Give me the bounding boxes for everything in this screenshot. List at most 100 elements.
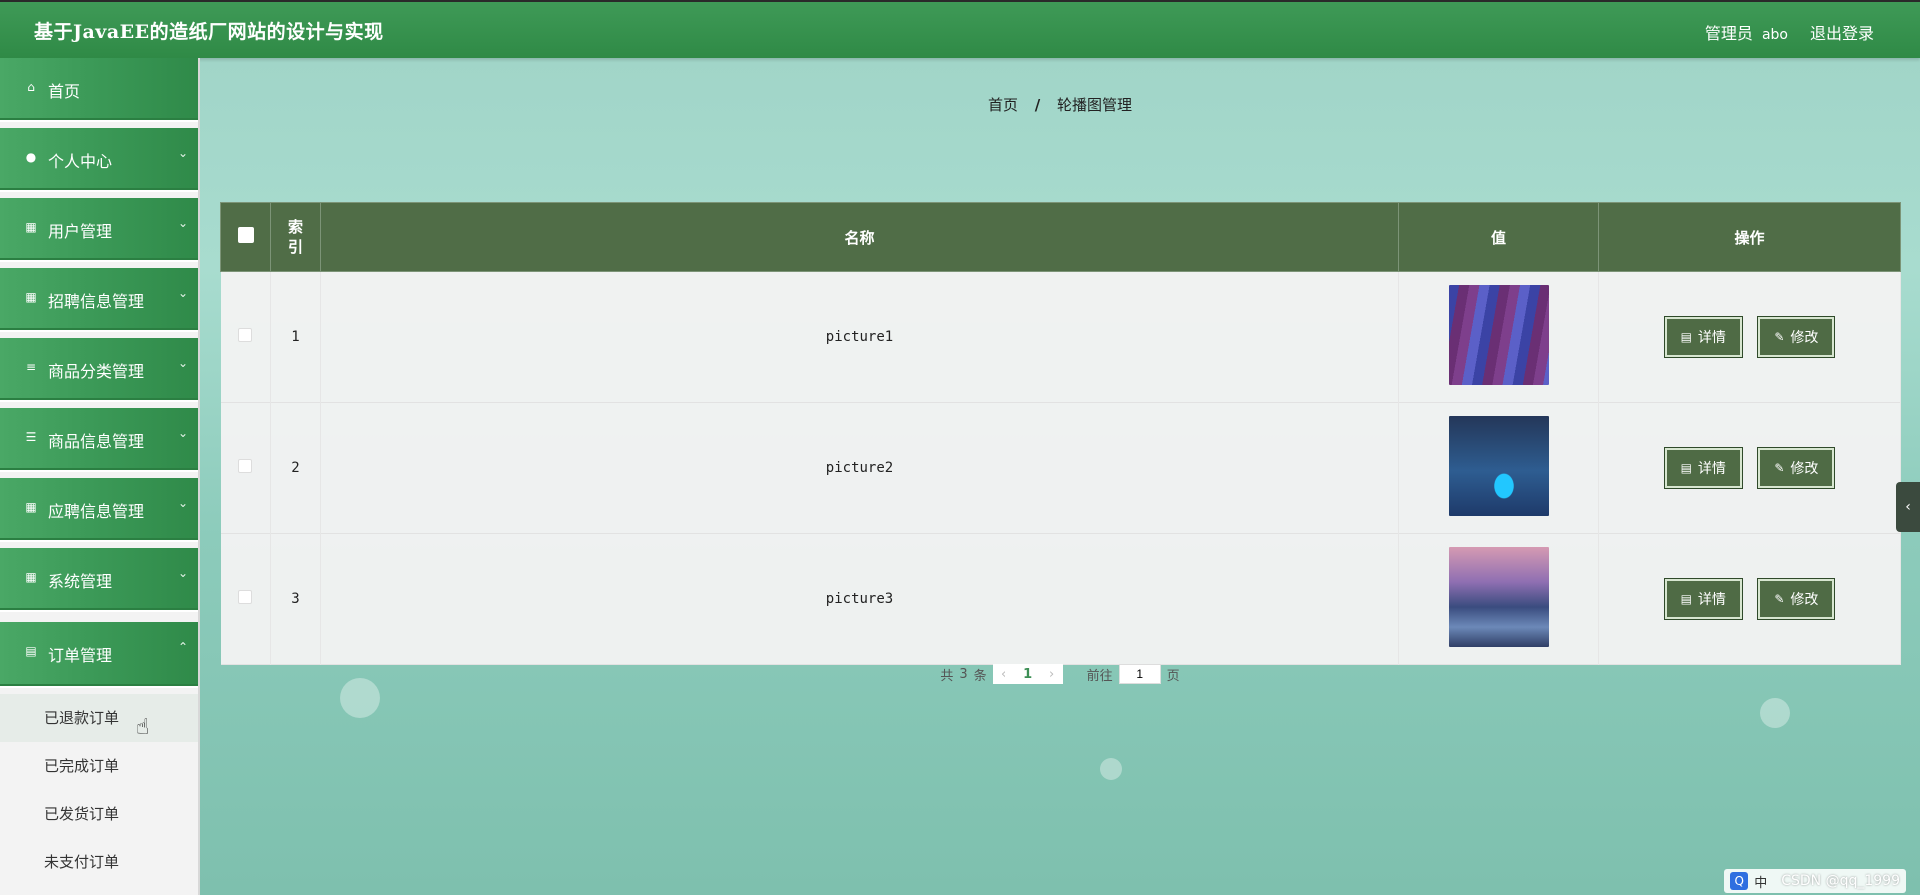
next-page-icon[interactable]: › [1041,667,1063,682]
column-header-index: 索引 [270,202,321,272]
document-icon: ▤ [1680,461,1692,475]
table-header-row: 索引 名称 值 操作 [220,202,1901,272]
row-checkbox[interactable] [238,590,253,604]
row-select-cell [220,402,271,534]
table-row: 3 picture3 ▤ 详情 ✎ 修改 [220,533,1901,665]
chevron-down-icon: ⌄ [177,356,188,370]
logout-button[interactable]: 退出登录 [1810,20,1874,44]
sidebar-item-label: 应聘信息管理 [48,502,145,521]
total-count: 3 [959,666,968,682]
detail-button-label: 详情 [1697,330,1726,346]
sidebar-item-product-info[interactable]: ☰ 商品信息管理 ⌄ [0,408,198,472]
sidebar-item-label: 首页 [48,82,81,101]
row-index: 1 [270,271,321,403]
sidebar-item-home[interactable]: ⌂ 首页 [0,58,198,122]
edit-button[interactable]: ✎ 修改 [1757,316,1836,358]
grid-icon: ▦ [25,570,37,584]
decorative-bubble [1100,758,1122,780]
chevron-down-icon: ⌄ [177,146,188,160]
sidebar-item-system[interactable]: ▦ 系统管理 ⌄ [0,548,198,612]
table-row: 1 picture1 ▤ 详情 ✎ 修改 [220,271,1901,403]
detail-button[interactable]: ▤ 详情 [1663,316,1743,358]
decorative-bubble [340,678,380,718]
breadcrumb-current: 轮播图管理 [1057,96,1133,114]
pager-box: ‹ 1 › [992,664,1063,684]
chevron-left-icon: ‹ [1905,499,1911,515]
submenu-shipped-orders[interactable]: 已发货订单 [0,790,198,838]
watermark: CSDN @qq_1999 [1781,873,1900,889]
carousel-thumbnail [1448,547,1549,647]
sidebar-item-recruitment[interactable]: ▦ 招聘信息管理 ⌄ [0,268,198,332]
edit-button-label: 修改 [1790,592,1819,608]
sidebar-item-label: 招聘信息管理 [48,292,145,311]
row-actions: ▤ 详情 ✎ 修改 [1598,402,1901,534]
sidebar-item-label: 商品信息管理 [48,432,145,451]
pencil-icon: ✎ [1774,330,1785,344]
edit-button[interactable]: ✎ 修改 [1757,447,1836,489]
row-name: picture1 [320,271,1399,403]
chevron-down-icon: ⌄ [177,496,188,510]
user-role: 管理员 [1704,24,1753,43]
hand-cursor-icon: ☝ [136,715,150,740]
pagination: 共 3 条 ‹ 1 › 前往 页 [200,664,1920,684]
chevron-down-icon: ⌄ [177,216,188,230]
submenu-unpaid-orders[interactable]: 未支付订单 [0,838,198,886]
select-all-cell [220,202,271,272]
clipboard-icon: ▤ [25,644,37,658]
carousel-table: 索引 名称 值 操作 1 picture1 ▤ 详情 ✎ 修改 2 pictur… [220,202,1901,665]
grid-icon: ▦ [25,290,37,304]
row-name: picture2 [320,402,1399,534]
row-image-cell [1398,402,1599,534]
page-number[interactable]: 1 [1015,667,1041,682]
detail-button[interactable]: ▤ 详情 [1663,447,1743,489]
document-icon: ▤ [1680,592,1692,606]
total-prefix: 共 [940,668,954,684]
total-suffix: 条 [973,668,987,684]
breadcrumb: 首页 / 轮播图管理 [200,94,1920,115]
chevron-down-icon: ⌄ [177,286,188,300]
row-actions: ▤ 详情 ✎ 修改 [1598,271,1901,403]
sidebar-item-label: 系统管理 [48,572,113,591]
side-panel-toggle[interactable]: ‹ [1896,482,1920,532]
table-row: 2 picture2 ▤ 详情 ✎ 修改 [220,402,1901,534]
main-content: 首页 / 轮播图管理 索引 名称 值 操作 1 picture1 ▤ 详情 ✎ … [200,58,1920,895]
edit-button[interactable]: ✎ 修改 [1757,578,1836,620]
detail-button[interactable]: ▤ 详情 [1663,578,1743,620]
ime-mode[interactable]: 中 [1754,872,1767,891]
chevron-up-icon: ⌃ [177,640,188,654]
sidebar-item-product-category[interactable]: ≡ 商品分类管理 ⌄ [0,338,198,402]
grid-icon: ▦ [25,220,37,234]
prev-page-icon[interactable]: ‹ [993,667,1015,682]
sidebar-item-label: 订单管理 [48,646,113,665]
user-box: 管理员 abo 退出登录 [1705,20,1874,44]
sidebar-item-label: 商品分类管理 [48,362,145,381]
select-all-checkbox[interactable] [237,227,254,243]
sidebar-item-label: 个人中心 [48,152,113,171]
sidebar: ⌂ 首页 ● 个人中心 ⌄ ▦ 用户管理 ⌄ ▦ 招聘信息管理 ⌄ ≡ 商品分类… [0,58,200,895]
sidebar-item-applications[interactable]: ▦ 应聘信息管理 ⌄ [0,478,198,542]
sidebar-item-users[interactable]: ▦ 用户管理 ⌄ [0,198,198,262]
submenu-refunded-orders[interactable]: 已退款订单 ☝ [0,694,198,742]
row-image-cell [1398,533,1599,665]
breadcrumb-home[interactable]: 首页 [988,96,1018,114]
column-header-actions: 操作 [1598,202,1901,272]
carousel-thumbnail [1448,285,1549,385]
row-checkbox[interactable] [238,328,253,342]
submenu-completed-orders[interactable]: 已完成订单 [0,742,198,790]
detail-button-label: 详情 [1697,461,1726,477]
detail-button-label: 详情 [1697,592,1726,608]
sidebar-item-orders[interactable]: ▤ 订单管理 ⌃ [0,622,198,688]
user-name: abo [1761,27,1788,43]
row-actions: ▤ 详情 ✎ 修改 [1598,533,1901,665]
edit-button-label: 修改 [1790,461,1819,477]
ime-toolbar: Q 中 CSDN @qq_1999 [1724,869,1906,893]
goto-page-input[interactable] [1118,664,1161,684]
user-icon: ● [25,150,37,164]
sidebar-item-profile[interactable]: ● 个人中心 ⌄ [0,128,198,192]
row-image-cell [1398,271,1599,403]
row-index: 2 [270,402,321,534]
carousel-thumbnail [1448,416,1549,516]
row-checkbox[interactable] [238,459,253,473]
row-select-cell [220,533,271,665]
list-icon: ☰ [25,430,37,444]
